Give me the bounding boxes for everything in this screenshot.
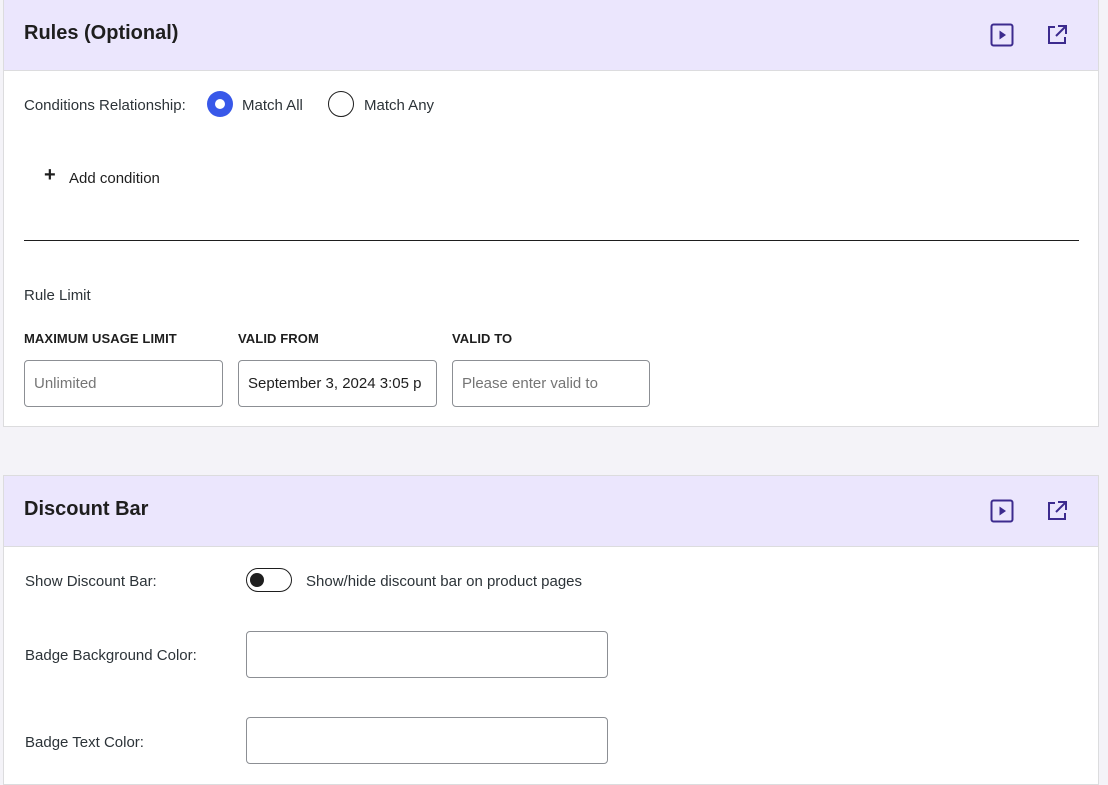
rules-panel-header: Rules (Optional) xyxy=(4,0,1098,71)
rule-limit-heading: Rule Limit xyxy=(24,287,91,304)
show-discount-bar-help: Show/hide discount bar on product pages xyxy=(306,573,583,590)
show-discount-bar-label: Show Discount Bar: xyxy=(25,573,157,590)
badge-background-color-label: Badge Background Color: xyxy=(25,647,197,664)
badge-text-color-label: Badge Text Color: xyxy=(25,734,144,751)
badge-background-color-input[interactable] xyxy=(246,631,608,678)
valid-from-input[interactable] xyxy=(238,360,437,407)
match-any-radio[interactable] xyxy=(328,91,354,117)
badge-text-color-input[interactable] xyxy=(246,717,608,764)
max-usage-input[interactable] xyxy=(24,360,223,407)
conditions-relationship-label: Conditions Relationship: xyxy=(24,97,186,114)
max-usage-label: MAXIMUM USAGE LIMIT xyxy=(24,331,177,346)
valid-to-label: VALID TO xyxy=(452,331,513,346)
plus-icon: + xyxy=(44,164,56,186)
show-discount-bar-toggle[interactable] xyxy=(246,568,292,592)
discount-bar-panel: Discount Bar Show Discount Bar: Show/hid… xyxy=(3,475,1099,785)
rules-panel-title: Rules (Optional) xyxy=(24,22,179,44)
valid-from-label: VALID FROM xyxy=(238,331,319,346)
divider xyxy=(24,240,1079,241)
external-link-icon[interactable] xyxy=(1044,498,1070,524)
match-all-label[interactable]: Match All xyxy=(242,97,303,114)
external-link-icon[interactable] xyxy=(1044,22,1070,48)
discount-bar-panel-title: Discount Bar xyxy=(24,498,149,520)
add-condition-label: Add condition xyxy=(69,170,160,187)
rules-panel: Rules (Optional) Conditions Relationship… xyxy=(3,0,1099,427)
video-play-icon[interactable] xyxy=(989,498,1015,524)
discount-bar-panel-header: Discount Bar xyxy=(4,476,1098,547)
video-play-icon[interactable] xyxy=(989,22,1015,48)
match-any-label[interactable]: Match Any xyxy=(364,97,434,114)
match-all-radio[interactable] xyxy=(207,91,233,117)
valid-to-input[interactable] xyxy=(452,360,650,407)
